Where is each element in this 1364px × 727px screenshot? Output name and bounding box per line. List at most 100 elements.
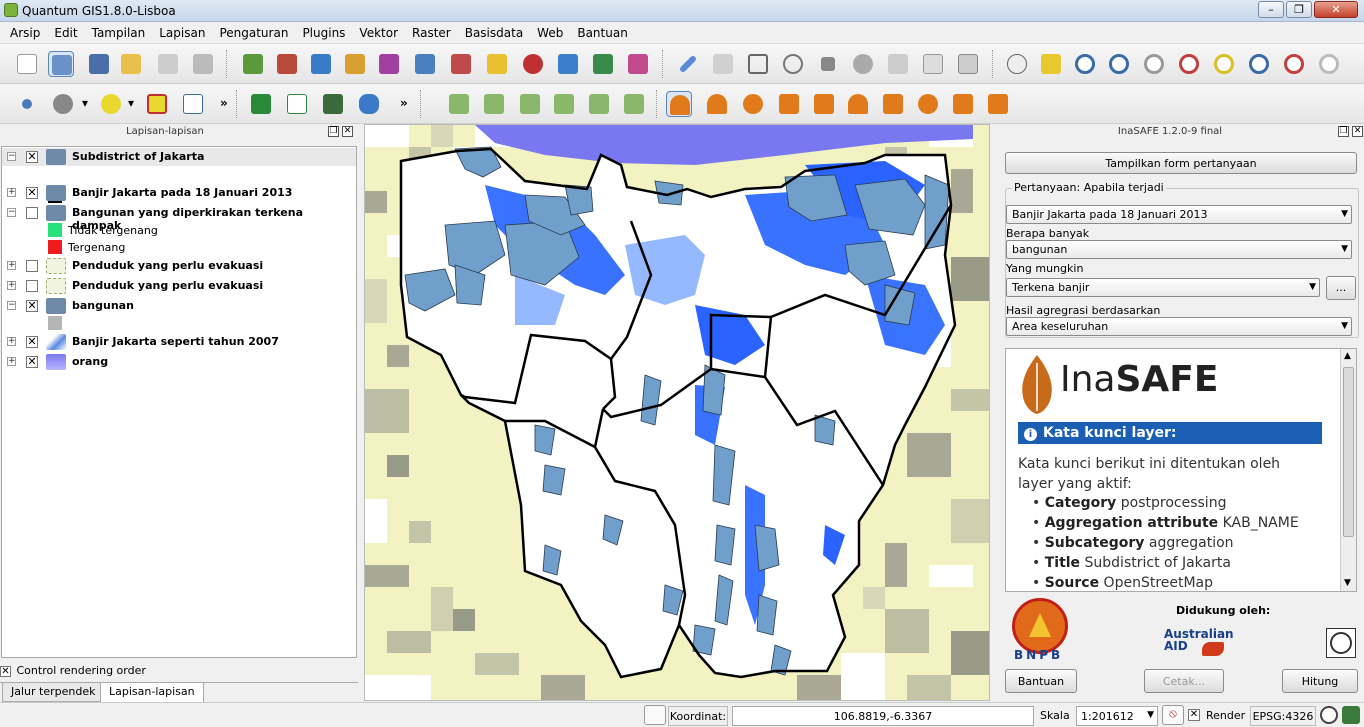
close-panel-icon[interactable]: ✕ — [1352, 126, 1363, 137]
add-mssql-icon[interactable] — [376, 51, 402, 77]
save-edits-icon[interactable] — [710, 51, 736, 77]
map-export-icon[interactable] — [621, 91, 647, 117]
select-features-icon[interactable] — [98, 91, 124, 117]
function-options-button[interactable]: ... — [1326, 276, 1356, 300]
inasafe-impact-functions-icon[interactable] — [811, 91, 837, 117]
add-postgis-icon[interactable] — [308, 51, 334, 77]
grass-tool-icon[interactable] — [248, 91, 274, 117]
tab-layers[interactable]: Lapisan-lapisan — [100, 683, 204, 704]
layer-visibility-checkbox[interactable]: ✕ — [26, 300, 38, 312]
help-button[interactable]: Bantuan — [1005, 669, 1077, 693]
layer-visibility-checkbox[interactable]: ✕ — [26, 356, 38, 368]
menu-bantuan[interactable]: Bantuan — [570, 22, 634, 43]
layer-item[interactable]: − ✕ bangunan — [2, 297, 356, 315]
control-rendering-checkbox[interactable]: ✕ — [0, 665, 11, 677]
layer-item[interactable]: − Bangunan yang diperkirakan terkena dam… — [2, 204, 356, 232]
paste-icon[interactable] — [955, 51, 981, 77]
function-select[interactable]: Terkena banjir ▼ — [1006, 278, 1320, 297]
layer-visibility-checkbox[interactable] — [26, 280, 38, 292]
map-edit-icon[interactable] — [586, 91, 612, 117]
menu-plugins[interactable]: Plugins — [295, 22, 352, 43]
menu-edit[interactable]: Edit — [47, 22, 84, 43]
map-info-icon[interactable] — [481, 91, 507, 117]
add-raster-icon[interactable] — [274, 51, 300, 77]
deselect-icon[interactable] — [144, 91, 170, 117]
menu-basisdata[interactable]: Basisdata — [458, 22, 530, 43]
layer-item[interactable]: + ✕ Banjir Jakarta seperti tahun 2007 — [2, 333, 356, 351]
zoom-layer-icon[interactable] — [1246, 51, 1272, 77]
save-project-icon[interactable] — [86, 51, 112, 77]
add-spatialite-icon[interactable] — [342, 51, 368, 77]
layer-visibility-checkbox[interactable]: ✕ — [26, 151, 38, 163]
save-as-icon[interactable] — [118, 51, 144, 77]
map-canvas[interactable] — [364, 124, 990, 701]
attribute-table-icon[interactable] — [180, 91, 206, 117]
zoom-out-icon[interactable] — [1106, 51, 1132, 77]
messages-icon[interactable] — [1342, 706, 1360, 724]
close-button[interactable]: ✕ — [1314, 1, 1358, 18]
toggle-editing-icon[interactable] — [675, 51, 701, 77]
collapse-icon[interactable]: − — [7, 208, 16, 217]
float-panel-icon[interactable]: ❐ — [328, 126, 339, 137]
identify-icon[interactable] — [14, 91, 40, 117]
pan-to-selection-icon[interactable] — [1038, 51, 1064, 77]
more-tools-chevron-icon[interactable]: » — [400, 96, 408, 110]
show-question-form-button[interactable]: Tampilkan form pertanyaan — [1005, 152, 1357, 174]
render-checkbox[interactable]: ✕ — [1188, 709, 1200, 721]
inasafe-reset-icon[interactable] — [740, 91, 766, 117]
control-rendering-row[interactable]: ✕ Control rendering order — [0, 664, 146, 677]
zoom-selection-icon[interactable] — [1211, 51, 1237, 77]
float-panel-icon[interactable]: ❐ — [1338, 126, 1349, 137]
collapse-icon[interactable]: − — [7, 301, 16, 310]
zoom-actual-icon[interactable] — [1141, 51, 1167, 77]
scrollbar-thumb[interactable] — [1343, 367, 1354, 537]
new-layer-icon[interactable] — [484, 51, 510, 77]
layer-visibility-checkbox[interactable] — [26, 207, 38, 219]
maximize-button[interactable]: ❐ — [1286, 1, 1312, 18]
layer-item[interactable]: + Penduduk yang perlu evakuasi — [2, 277, 356, 295]
delete-selected-icon[interactable] — [850, 51, 876, 77]
inasafe-keywords-icon[interactable] — [704, 91, 730, 117]
zoom-last-icon[interactable] — [1281, 51, 1307, 77]
layer-item[interactable]: − ✕ Subdistrict of Jakarta — [2, 148, 356, 166]
layer-visibility-checkbox[interactable] — [26, 260, 38, 272]
minimize-button[interactable]: – — [1258, 1, 1284, 18]
flood-map[interactable] — [365, 125, 990, 701]
add-feature-icon[interactable] — [745, 51, 771, 77]
expand-icon[interactable]: + — [7, 188, 16, 197]
inasafe-converter-icon[interactable] — [880, 91, 906, 117]
zoom-next-icon[interactable] — [1316, 51, 1342, 77]
vector-digitize-icon[interactable] — [284, 91, 310, 117]
add-oracle-icon[interactable] — [625, 51, 651, 77]
add-wcs-icon[interactable] — [448, 51, 474, 77]
collapse-icon[interactable]: − — [7, 152, 16, 161]
stop-render-icon[interactable]: ⦸ — [1162, 705, 1184, 725]
more-tools-chevron-icon[interactable]: » — [220, 96, 228, 110]
elephant-icon[interactable] — [356, 91, 382, 117]
print-button[interactable]: Cetak... — [1144, 669, 1224, 693]
toggle-extents-icon[interactable] — [644, 705, 666, 725]
inasafe-batch-icon[interactable] — [915, 91, 941, 117]
menu-raster[interactable]: Raster — [405, 22, 458, 43]
results-view[interactable]: InaSAFE i Kata kunci layer: Kata kunci be… — [1005, 348, 1357, 592]
layer-visibility-checkbox[interactable]: ✕ — [26, 187, 38, 199]
expand-icon[interactable]: + — [7, 281, 16, 290]
menu-tampilan[interactable]: Tampilan — [85, 22, 153, 43]
close-panel-icon[interactable]: ✕ — [342, 126, 353, 137]
map-query-icon[interactable] — [517, 91, 543, 117]
layer-item[interactable]: + Penduduk yang perlu evakuasi — [2, 257, 356, 275]
layer-item[interactable]: + ✕ Banjir Jakarta pada 18 Januari 2013 — [2, 184, 356, 202]
settings-gear-icon[interactable] — [50, 91, 76, 117]
scale-select[interactable]: 1:201612 ▼ — [1076, 706, 1158, 726]
results-scrollbar[interactable]: ▲ ▼ — [1340, 349, 1356, 591]
open-project-icon[interactable] — [48, 51, 74, 77]
hazard-select[interactable]: Banjir Jakarta pada 18 Januari 2013 ▼ — [1006, 205, 1352, 224]
coordinate-value[interactable]: 106.8819,-6.3367 — [732, 706, 1034, 726]
exposure-select[interactable]: bangunan ▼ — [1006, 240, 1352, 259]
print-composer-icon[interactable] — [155, 51, 181, 77]
add-vector-icon[interactable] — [240, 51, 266, 77]
chevron-down-icon[interactable]: ▾ — [128, 96, 134, 110]
add-delimited-icon[interactable] — [590, 51, 616, 77]
raster-image-icon[interactable] — [320, 91, 346, 117]
aggregation-select[interactable]: Area keseluruhan ▼ — [1006, 317, 1352, 336]
